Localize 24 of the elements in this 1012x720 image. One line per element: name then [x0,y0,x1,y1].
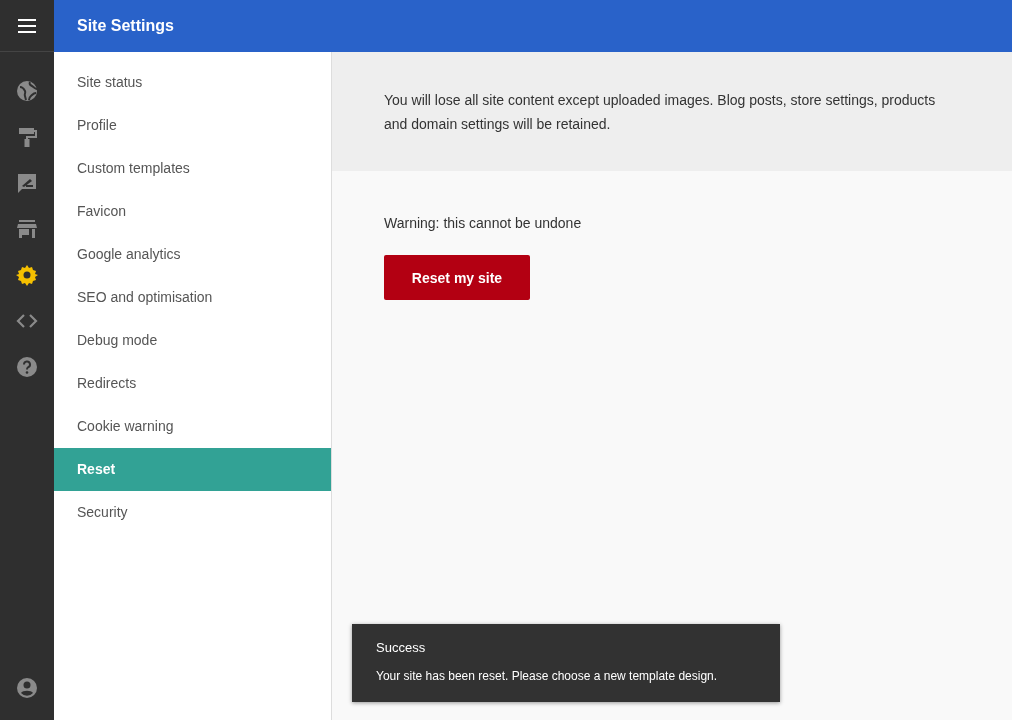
paint-roller-icon[interactable] [16,126,38,148]
menu-item[interactable]: Google analytics [54,233,331,276]
comment-edit-icon[interactable] [16,172,38,194]
page-title: Site Settings [77,17,174,35]
menu-item[interactable]: Security [54,491,331,534]
account-icon[interactable] [16,677,38,699]
menu-item[interactable]: Favicon [54,190,331,233]
toast-message: Your site has been reset. Please choose a new template design. [376,669,719,683]
reset-button[interactable]: Reset my site [384,255,530,300]
menu-item[interactable]: Site status [54,61,331,104]
help-icon[interactable] [16,356,38,378]
menu-item[interactable]: Cookie warning [54,405,331,448]
warning-text: Warning: this cannot be undone [384,215,583,231]
menu-item[interactable]: SEO and optimisation [54,276,331,319]
store-icon[interactable] [16,218,38,240]
globe-icon[interactable] [16,80,38,102]
menu-item[interactable]: Profile [54,104,331,147]
info-text: You will lose all site content except uploaded images. Blog posts, store settings, products and domain settings will be retained. [384,91,937,134]
menu-icon[interactable] [18,18,36,33]
menu-item[interactable]: Debug mode [54,319,331,362]
menu-item[interactable]: Redirects [54,362,331,405]
toast-title: Success [376,640,427,655]
menu-item[interactable]: Custom templates [54,147,331,190]
settings-icon[interactable] [16,264,38,286]
